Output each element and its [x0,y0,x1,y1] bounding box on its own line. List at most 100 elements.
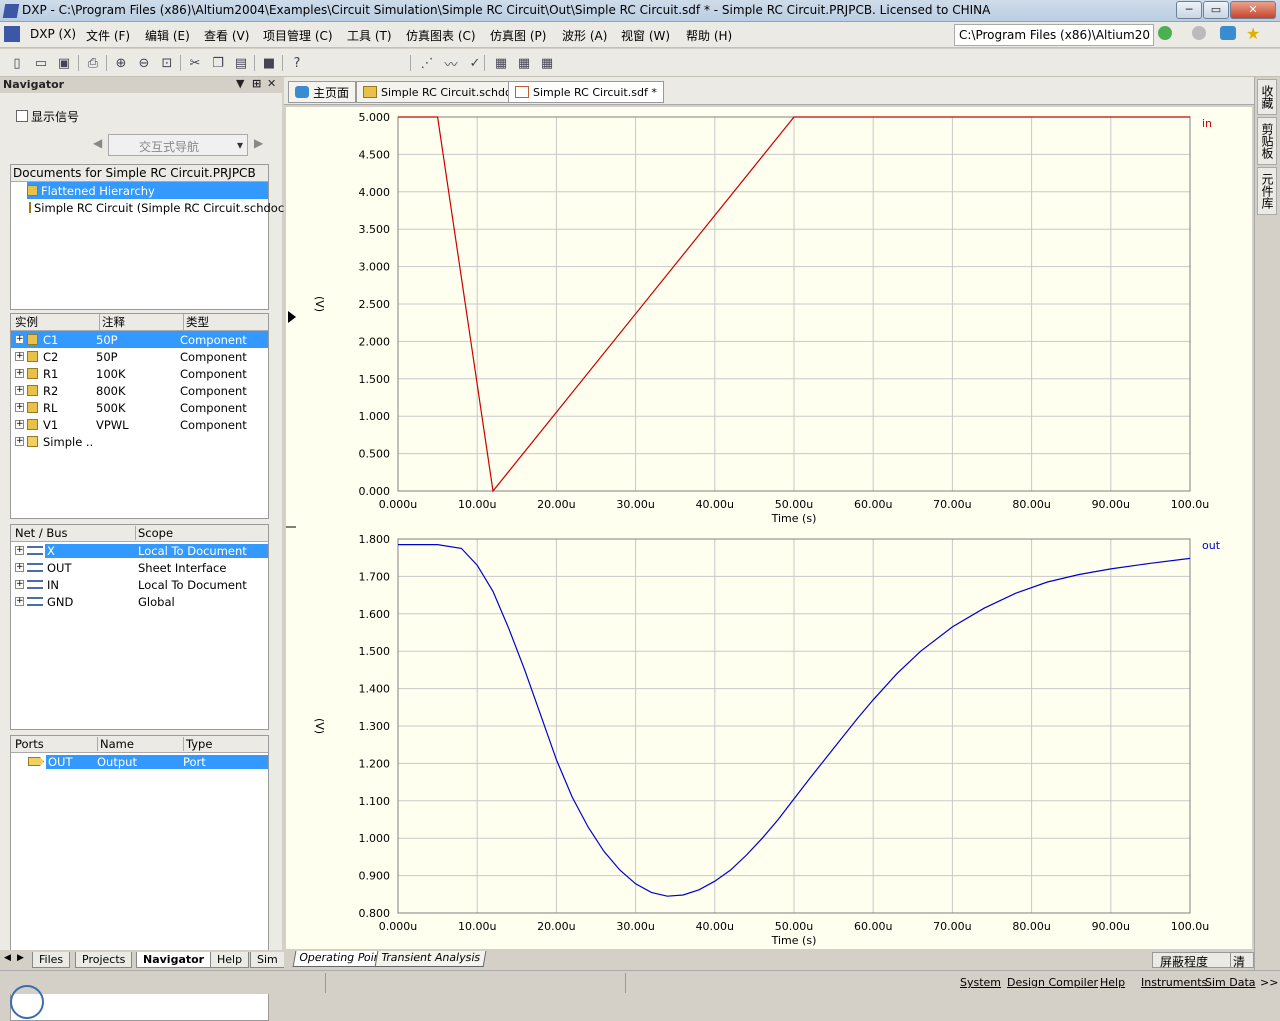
cut-icon[interactable]: ✂ [186,54,204,72]
chart-edit-icon[interactable]: ▦ [515,54,533,72]
expand-icon[interactable]: + [15,546,24,555]
tab-sim[interactable]: Sim [250,952,285,968]
table-row[interactable]: + X Local To Document [11,542,268,559]
wave-check-icon[interactable]: ✓ [466,54,484,72]
tab-sdf[interactable]: Simple RC Circuit.sdf * [508,81,664,103]
tab-help[interactable]: Help [210,952,250,968]
tab-scroll-left-icon[interactable]: ◀ [4,953,11,963]
expand-icon[interactable]: + [15,369,24,378]
status-instruments[interactable]: Instruments [1141,976,1207,989]
menu-dxp[interactable]: DXP (X) [30,27,76,41]
expand-icon[interactable]: + [15,352,24,361]
tab-clipboard[interactable]: 剪贴板 [1257,117,1277,165]
pin-icon[interactable]: ⊞ [252,77,261,90]
table-row[interactable]: + C1 50P Component [11,331,268,348]
expand-icon[interactable]: + [15,597,24,606]
dropdown-arrow-icon[interactable]: ▼ [236,77,244,90]
table-row[interactable]: + OUT Sheet Interface [11,559,268,576]
table-row[interactable]: + V1 VPWL Component [11,416,268,433]
menu-sim-chart[interactable]: 仿真图表 (C) [406,27,476,44]
table-row[interactable]: + R1 100K Component [11,365,268,382]
zoom-fit-icon[interactable]: ⊡ [158,54,176,72]
close-panel-icon[interactable]: ✕ [267,77,276,90]
table-row[interactable]: + IN Local To Document [11,576,268,593]
menu-sim-plot[interactable]: 仿真图 (P) [490,27,546,44]
menu-tools[interactable]: 工具 (T) [347,27,392,44]
table-row[interactable]: + GND Global [11,593,268,610]
status-more[interactable]: >> [1260,976,1278,989]
menu-help[interactable]: 帮助 (H) [686,27,732,44]
col-net-bus[interactable]: Net / Bus [13,526,135,540]
doc-item-flattened[interactable]: Flattened Hierarchy [27,182,268,199]
path-combo[interactable]: C:\Program Files (x86)\Altium20 [954,24,1154,46]
menu-view[interactable]: 查看 (V) [204,27,249,44]
status-sim-data[interactable]: Sim Data [1205,976,1256,989]
forward-icon[interactable] [1192,26,1206,40]
menu-file[interactable]: 文件 (F) [86,27,130,44]
col-scope[interactable]: Scope [135,526,173,540]
col-ports[interactable]: Ports [13,737,97,751]
back-icon[interactable] [1158,26,1172,40]
status-help[interactable]: Help [1100,976,1125,989]
status-design-compiler[interactable]: Design Compiler [1007,976,1098,989]
nav-forward-icon[interactable]: ▶ [254,136,263,150]
print-icon[interactable]: ⎙ [84,54,102,72]
expand-icon[interactable]: + [15,335,24,344]
col-port-type[interactable]: Type [183,737,212,751]
col-type[interactable]: 类型 [183,314,209,330]
help-icon[interactable]: ? [288,54,306,72]
table-row[interactable]: OUT Output Port [11,753,268,770]
expand-icon[interactable]: + [15,420,24,429]
home-icon[interactable] [1220,26,1236,40]
table-row[interactable]: + C2 50P Component [11,348,268,365]
chart-add-icon[interactable]: ▦ [492,54,510,72]
expand-icon[interactable]: + [15,437,24,446]
stop-icon[interactable]: ■ [260,54,278,72]
paste-icon[interactable]: ▤ [232,54,250,72]
tab-transient-analysis[interactable]: Transient Analysis [374,951,487,967]
tab-favorites[interactable]: 收藏 [1257,79,1277,115]
copy-icon[interactable]: ❐ [209,54,227,72]
menu-edit[interactable]: 编辑 (E) [145,27,190,44]
menu-wave[interactable]: 波形 (A) [562,27,607,44]
chevron-down-icon[interactable]: ▾ [237,138,243,152]
tab-home[interactable]: 主页面 [288,81,357,103]
status-system[interactable]: System [960,976,1001,989]
new-file-icon[interactable]: ▯ [8,54,26,72]
col-comment[interactable]: 注释 [99,314,183,330]
tab-navigator[interactable]: Navigator [136,952,212,968]
chart-view-icon[interactable]: ▦ [538,54,556,72]
zoom-in-icon[interactable]: ⊕ [112,54,130,72]
expand-icon[interactable]: + [15,580,24,589]
minimize-button[interactable]: ─ [1176,1,1202,19]
menu-project[interactable]: 项目管理 (C) [263,27,333,44]
tab-files[interactable]: Files [32,952,71,968]
wave-tool-icon[interactable]: 〰 [442,54,460,73]
open-folder-icon[interactable]: ▭ [32,54,50,72]
favorites-star-icon[interactable]: ★ [1246,24,1260,43]
table-row[interactable]: + Simple ... [11,433,268,450]
tab-schdoc[interactable]: Simple RC Circuit.schdoc [356,81,525,103]
mask-level-button[interactable]: 屏蔽程度 [1152,952,1232,969]
waveform-view[interactable]: 0.000 0.500 1.000 1.500 2.000 2.500 3.000 3.500… [286,107,1252,949]
tab-projects[interactable]: Projects [75,952,133,968]
expand-icon[interactable]: + [15,386,24,395]
interactive-nav-button[interactable]: 交互式导航 ▾ [108,134,248,156]
show-signals-checkbox[interactable] [16,110,28,122]
doc-item-schematic[interactable]: Simple RC Circuit (Simple RC Circuit.sch… [29,199,289,216]
expand-icon[interactable]: + [15,563,24,572]
close-button[interactable]: ✕ [1230,1,1276,19]
tab-libraries[interactable]: 元件库 [1257,167,1277,215]
table-row[interactable]: + RL 500K Component [11,399,268,416]
waveform-charts[interactable]: 0.000 0.500 1.000 1.500 2.000 2.500 3.000 3.500… [286,107,1252,949]
expand-icon[interactable]: + [15,403,24,412]
maximize-button[interactable]: ▭ [1203,1,1229,19]
tab-scroll-right-icon[interactable]: ▶ [17,953,24,963]
col-name[interactable]: Name [97,737,183,751]
zoom-out-icon[interactable]: ⊖ [135,54,153,72]
save-icon[interactable]: ▣ [55,54,73,72]
add-wave-icon[interactable]: ⋰ [418,54,436,72]
menu-window[interactable]: 视窗 (W) [621,27,670,44]
table-row[interactable]: + R2 800K Component [11,382,268,399]
clear-button[interactable]: 清除 [1230,952,1254,986]
